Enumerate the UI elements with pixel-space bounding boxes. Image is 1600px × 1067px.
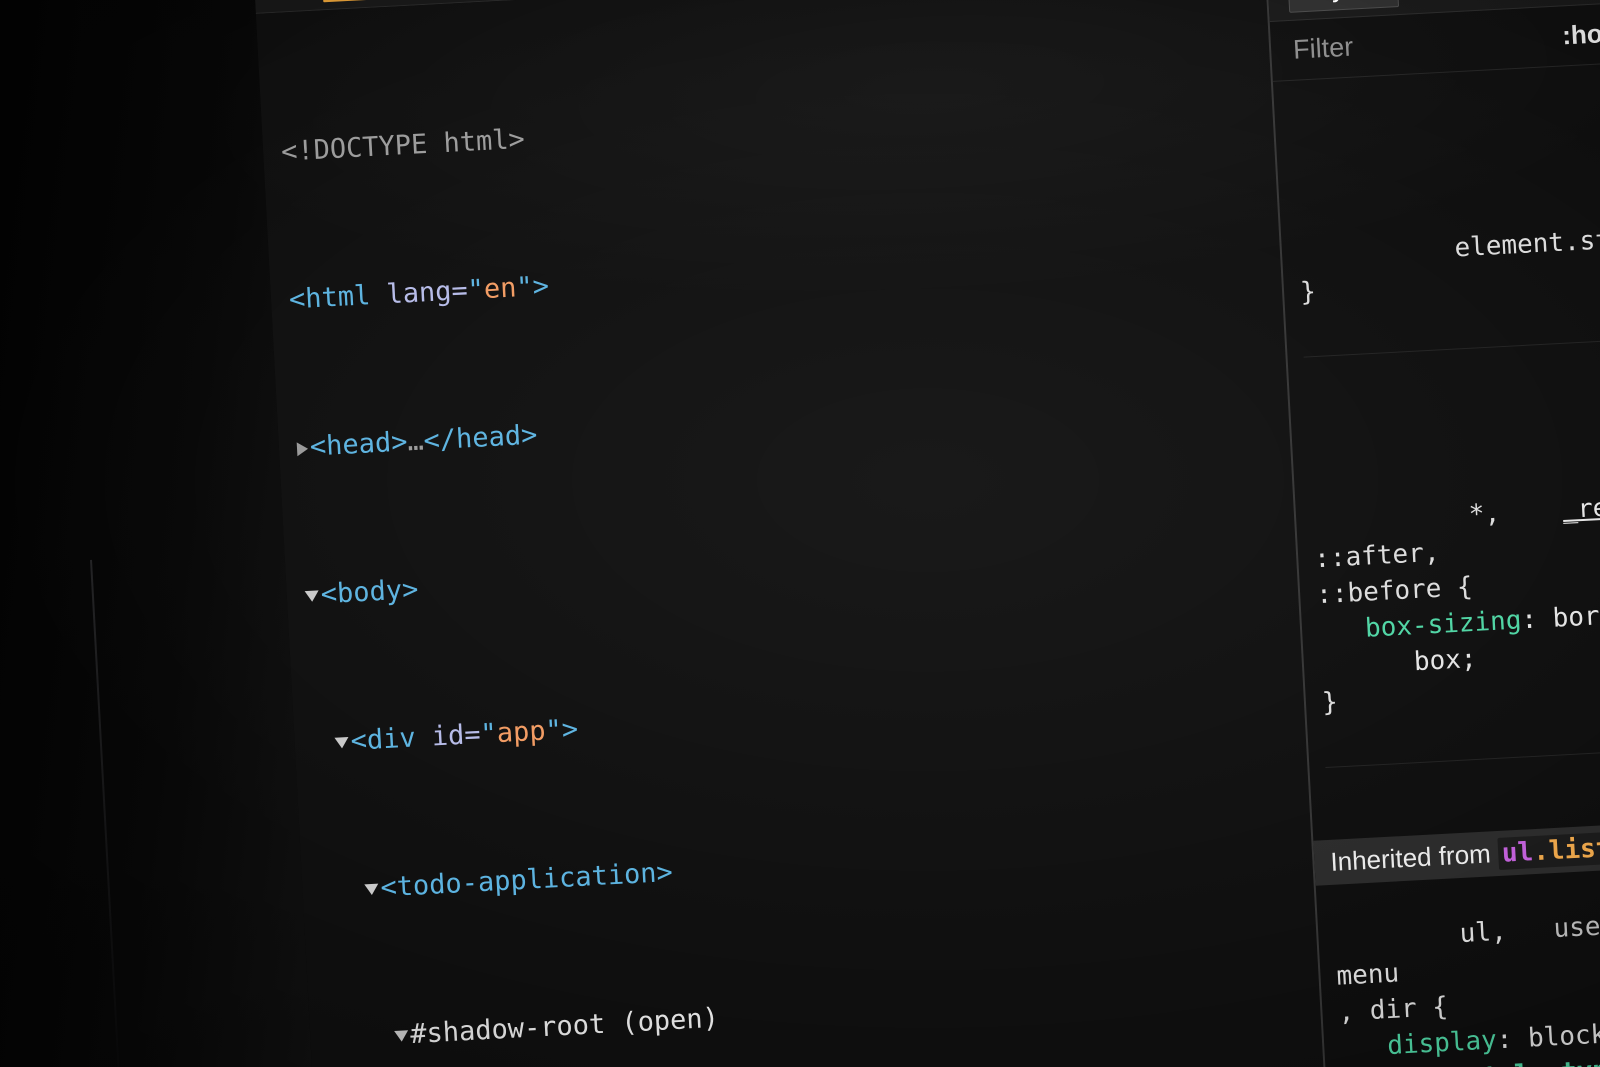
rule-source-link[interactable]: _reboot.s <box>1562 485 1600 528</box>
dom-line-doctype[interactable]: <!DOCTYPE html> <box>280 81 1273 171</box>
collapse-arrow-icon[interactable] <box>334 736 350 749</box>
decl-box-sizing-prop[interactable]: box-sizing <box>1364 605 1522 643</box>
rule-reboot-box-sizing[interactable]: _reboot.s *,::after,::before { box-sizing… <box>1309 444 1600 769</box>
styles-filter-input[interactable]: Filter <box>1292 22 1533 66</box>
collapse-arrow-icon[interactable] <box>394 1030 409 1042</box>
badge-tag-ul: ul <box>1501 837 1534 869</box>
reboot-selector-1: *, <box>1467 498 1501 531</box>
shadow-root-label: #shadow-root (open) <box>409 1002 720 1051</box>
ua-source-note: user agent style <box>1552 910 1600 945</box>
dom-line-html[interactable]: <html lang="en"> <box>288 229 1281 319</box>
badge-class-list: .list- <box>1532 832 1600 868</box>
ua-selector-1: ul, <box>1458 916 1508 950</box>
tab-styles[interactable]: Styles <box>1286 0 1400 13</box>
expand-arrow-icon[interactable] <box>296 441 309 456</box>
reboot-close: } <box>1321 687 1339 719</box>
screenshot-stage: LD Elements Console Sources Application … <box>0 0 1600 1067</box>
dom-tree-code: <!DOCTYPE html> <html lang="en"> <head>…… <box>256 0 1326 1067</box>
ua-selector-3: , dir { <box>1337 991 1449 1028</box>
tab-styles-label: Styles <box>1304 0 1382 4</box>
reboot-selector-2: ::after, <box>1313 537 1441 575</box>
rule-element-style[interactable]: element.style {} <box>1295 178 1600 358</box>
inherited-selector-badge-ul[interactable]: ul.list- <box>1497 830 1600 870</box>
ua-selector-2: menu <box>1335 958 1400 992</box>
element-style-close: } <box>1299 276 1317 308</box>
collapse-arrow-icon[interactable] <box>304 590 320 603</box>
decl-display-value[interactable]: block; <box>1527 1019 1600 1054</box>
element-style-selector: element.style { <box>1453 222 1600 264</box>
devtools-panel: Elements Console Sources Application Net… <box>252 0 1600 1067</box>
dom-line-div-app[interactable]: <div id="app"> <box>312 672 1305 762</box>
dom-line-todo-application[interactable]: <todo-application> <box>320 820 1313 910</box>
doctype-text: <!DOCTYPE html> <box>280 123 526 168</box>
decl-box-sizing-wrap: box; <box>1413 643 1478 678</box>
tab-computed[interactable]: Computed <box>1397 0 1560 6</box>
dom-line-body[interactable]: <body> <box>304 524 1297 614</box>
hov-toggle-button[interactable]: :hov <box>1561 18 1600 52</box>
collapse-arrow-icon[interactable] <box>364 883 379 896</box>
decl-box-sizing-value[interactable]: border-box; <box>1552 595 1600 634</box>
decl-display-prop[interactable]: display <box>1387 1025 1498 1061</box>
dom-line-head[interactable]: <head>…</head> <box>296 377 1289 467</box>
styles-rules-list: element.style {} _reboot.s *,::after,::be… <box>1273 60 1600 841</box>
rule-ua-ul[interactable]: ul, user agent stylemenu, dir { display:… <box>1316 864 1600 1067</box>
dom-line-shadow-root[interactable]: #shadow-root (open) <box>327 968 1320 1058</box>
dom-tree-pane[interactable]: <!DOCTYPE html> <html lang="en"> <head>…… <box>255 0 1327 1067</box>
reboot-selector-3: ::before { <box>1315 571 1474 611</box>
inherited-label-1: Inherited from <box>1329 838 1492 877</box>
styles-pane: Styles Computed Filter :hov .c element.s… <box>1264 0 1600 1067</box>
